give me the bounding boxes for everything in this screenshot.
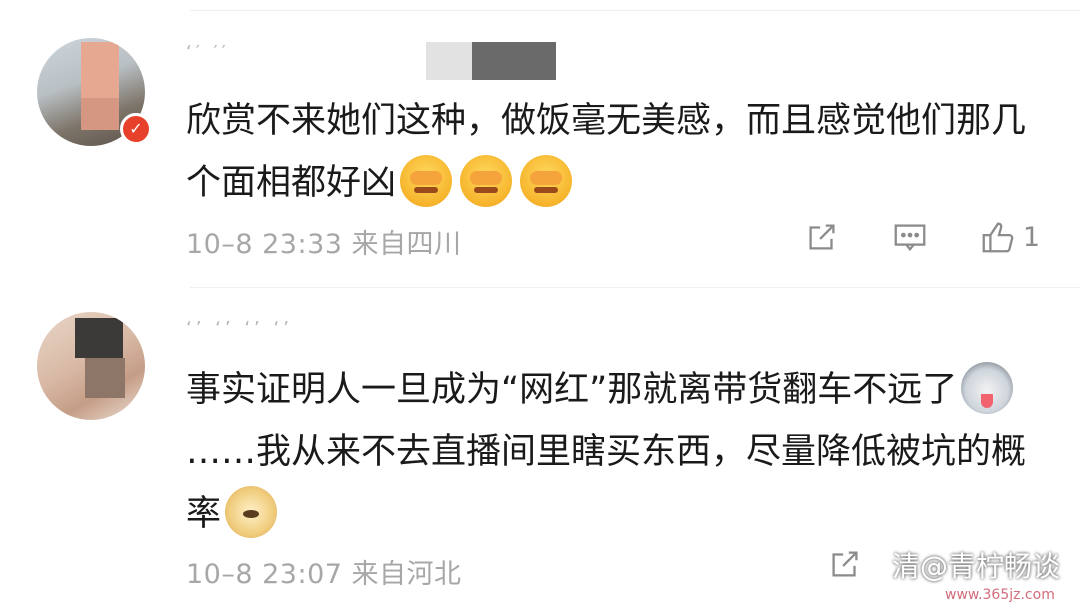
verified-badge-icon: ✓ [120, 113, 152, 145]
comment-time: 10–8 23:07 [186, 559, 343, 590]
comment-body: 事实证明人一旦成为“网红”那就离带货翻车不远了 [186, 370, 958, 410]
username-text: ‘’ ‘’ ‘’ ‘’ [186, 318, 293, 339]
comment-location: 来自河北 [351, 559, 462, 590]
username[interactable]: ‘′ ′′ [186, 42, 556, 80]
share-button[interactable] [826, 545, 864, 583]
comment-body: ……我从来不去直播间里瞎买东西，尽量降低被坑的概率 [186, 432, 1027, 534]
like-button[interactable]: 1 [979, 218, 1040, 256]
avatar[interactable] [37, 312, 145, 420]
facepalm-emoji-icon [460, 155, 513, 207]
username-redaction [472, 42, 556, 80]
share-icon [809, 224, 835, 250]
comment-actions: 1 [803, 218, 1040, 256]
husky-emoji-icon [961, 362, 1014, 414]
comment-item: ✓ ‘′ ′′ 欣赏不来她们这种，做饭毫无美感，而且感觉他们那几个面相都好凶 1… [0, 0, 1080, 285]
watermark-text: 清@青柠畅谈 [892, 550, 1061, 583]
like-count: 1 [1022, 221, 1040, 253]
share-button[interactable] [803, 218, 841, 256]
watermark-url: www.365jz.com [945, 587, 1055, 603]
avatar-mosaic [75, 318, 123, 358]
reply-button[interactable] [891, 218, 929, 256]
username-redaction [426, 42, 472, 80]
facepalm-emoji-icon [400, 155, 453, 207]
comment-icon [894, 224, 926, 252]
thumbs-up-icon [982, 222, 1014, 253]
comment-meta: 10–8 23:33 来自四川 [186, 222, 462, 261]
facepalm-emoji-icon [520, 155, 573, 207]
comment-text: 欣赏不来她们这种，做饭毫无美感，而且感觉他们那几个面相都好凶 [186, 90, 1046, 214]
comment-text: 事实证明人一旦成为“网红”那就离带货翻车不远了 ……我从来不去直播间里瞎买东西，尽… [186, 359, 1046, 545]
avatar-mosaic [81, 98, 119, 130]
share-icon [832, 551, 858, 577]
doge-emoji-icon [225, 486, 278, 538]
comment-location: 来自四川 [351, 229, 462, 260]
username-text: ‘′ ′′ [186, 42, 230, 63]
comment-body: 欣赏不来她们这种，做饭毫无美感，而且感觉他们那几个面相都好凶 [186, 101, 1027, 203]
comment-divider [190, 287, 1080, 288]
comment-meta: 10–8 23:07 来自河北 [186, 552, 462, 591]
username[interactable]: ‘’ ‘’ ‘’ ‘’ [186, 318, 293, 339]
comment-time: 10–8 23:33 [186, 229, 343, 260]
avatar-mosaic [85, 358, 125, 398]
